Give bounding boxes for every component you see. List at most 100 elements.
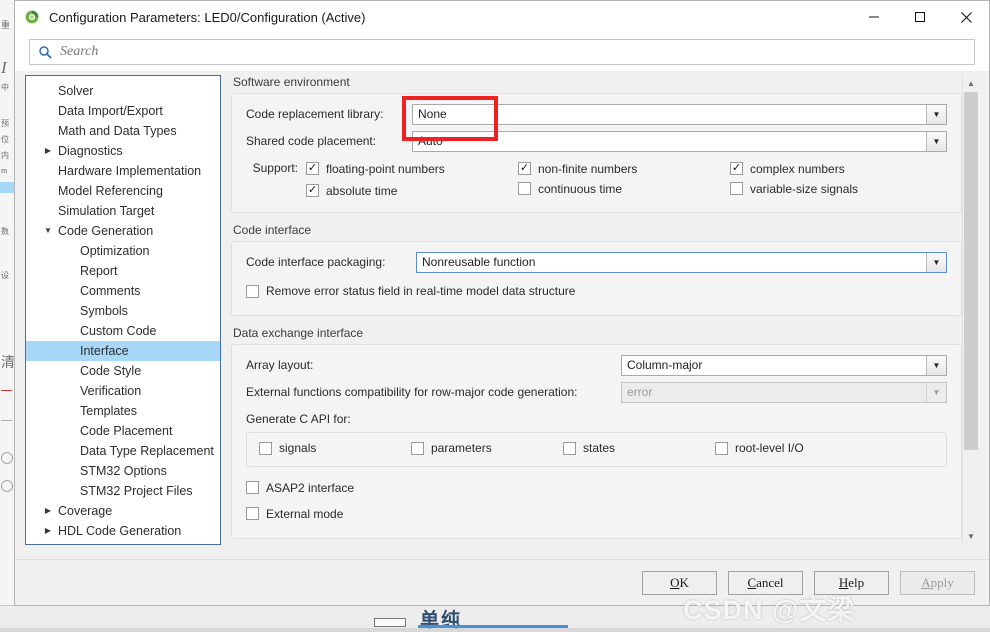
help-button[interactable]: Hel p — [814, 570, 889, 595]
tree-item-templates[interactable]: Templates — [26, 401, 220, 421]
checkbox-label: variable-size signals — [750, 181, 859, 196]
tree-item-simulation-target[interactable]: Simulation Target — [26, 201, 220, 221]
bg-shape — [1, 452, 13, 464]
support-row-1: Support: ✓ floating-point numbers ✓ non-… — [246, 157, 947, 179]
bg-fragment: 数 — [1, 227, 9, 236]
tree-item-label: HDL Code Generation — [58, 524, 182, 538]
maximize-icon[interactable] — [897, 1, 943, 33]
chevron-down-icon[interactable]: ▼ — [926, 252, 946, 272]
chevron-down-icon[interactable]: ▼ — [40, 227, 56, 235]
settings-tree[interactable]: Solver Data Import/Export Math and Data Ty… — [25, 75, 221, 545]
array-layout-combo[interactable]: Column-major ▼ — [621, 354, 947, 376]
chevron-right-icon[interactable]: ▶ — [40, 147, 56, 155]
checkbox-label: signals — [279, 441, 317, 455]
close-icon[interactable] — [943, 1, 989, 33]
tree-item-hardware-implementation[interactable]: Hardware Implementation — [26, 161, 220, 181]
tree-item-label: Custom Code — [80, 324, 157, 338]
checkbox-label: states — [583, 441, 616, 455]
tree-item-custom-code[interactable]: Custom Code — [26, 321, 220, 341]
tree-item-code-placement[interactable]: Code Placement — [26, 421, 220, 441]
bg-fragment: I — [1, 58, 7, 77]
tree-item-label: Templates — [80, 404, 137, 418]
bg-fragment: 清 — [1, 356, 15, 371]
code-interface-packaging-combo[interactable]: Nonreusable function ▼ — [416, 251, 947, 273]
chevron-right-icon[interactable]: ▶ — [40, 507, 56, 515]
chevron-right-icon[interactable]: ▶ — [40, 527, 56, 535]
support-col: ✓ complex numbers — [730, 160, 942, 176]
tree-item-interface[interactable]: Interface — [26, 341, 220, 361]
search-icon — [34, 45, 56, 59]
tree-item-model-referencing[interactable]: Model Referencing — [26, 181, 220, 201]
tree-item-data-import-export[interactable]: Data Import/Export — [26, 101, 220, 121]
bg-shape — [1, 480, 13, 492]
remove-error-status-row: Remove error status field in real-time m… — [246, 278, 947, 304]
mnemonic-char: O — [670, 574, 680, 590]
cancel-button[interactable]: Cance l — [728, 570, 803, 595]
tree-item-stm32-options[interactable]: STM32 Options — [26, 461, 220, 481]
chevron-down-icon[interactable]: ▼ — [926, 131, 946, 151]
tree-item-label: Model Referencing — [58, 184, 163, 198]
checkbox-variable-size-signals[interactable]: variable-size signals — [730, 182, 858, 196]
checkbox-signals[interactable]: signals — [259, 441, 316, 455]
c-api-slot: root-level I/O — [715, 441, 867, 458]
tree-item-math-and-data-types[interactable]: Math and Data Types — [26, 121, 220, 141]
content-scrollbar[interactable]: ▲ ▼ — [962, 75, 979, 545]
scroll-down-icon[interactable]: ▼ — [963, 528, 979, 545]
checkbox-box — [518, 182, 531, 196]
tree-item-coverage[interactable]: ▶ Coverage — [26, 501, 220, 521]
tree-item-solver[interactable]: Solver — [26, 81, 220, 101]
code-replacement-library-combo[interactable]: None ▼ — [412, 103, 947, 125]
checkbox-asap2-interface[interactable]: ASAP2 interface — [246, 481, 354, 495]
code-interface-group: Code interface Code interface packaging:… — [231, 223, 962, 316]
tree-item-label: Comments — [80, 284, 141, 298]
checkbox-parameters[interactable]: parameters — [411, 441, 492, 455]
tree-item-report[interactable]: Report — [26, 261, 220, 281]
ok-button[interactable]: OK — [642, 570, 717, 595]
scrollbar-thumb[interactable] — [964, 92, 978, 450]
checkbox-non-finite-numbers[interactable]: ✓ non-finite numbers — [518, 162, 637, 176]
tree-item-stm32-project-files[interactable]: STM32 Project Files — [26, 481, 220, 501]
tree-item-code-style[interactable]: Code Style — [26, 361, 220, 381]
tree-item-diagnostics[interactable]: ▶ Diagnostics — [26, 141, 220, 161]
button-label-post: l — [779, 574, 784, 590]
tree-item-verification[interactable]: Verification — [26, 381, 220, 401]
chevron-down-icon[interactable]: ▼ — [926, 104, 946, 124]
external-functions-compat-value: error — [627, 385, 653, 399]
checkbox-label: ASAP2 interface — [266, 480, 355, 495]
checkbox-root-level-io[interactable]: root-level I/O — [715, 441, 804, 455]
minimize-icon[interactable] — [851, 1, 897, 33]
scrollbar-track[interactable] — [963, 92, 979, 528]
tree-item-symbols[interactable]: Symbols — [26, 301, 220, 321]
search-box[interactable] — [29, 39, 975, 65]
checkbox-complex-numbers[interactable]: ✓ complex numbers — [730, 162, 845, 176]
search-input[interactable] — [56, 44, 974, 60]
checkbox-box — [246, 284, 259, 298]
bg-fragment: m — [1, 166, 8, 175]
tree-item-data-type-replacement[interactable]: Data Type Replacement — [26, 441, 220, 461]
button-label-mid: ance — [756, 574, 780, 590]
checkbox-states[interactable]: states — [563, 441, 615, 455]
scroll-up-icon[interactable]: ▲ — [963, 75, 979, 92]
shared-code-placement-combo[interactable]: Auto ▼ — [412, 130, 947, 152]
bg-fragment: 重 — [1, 20, 11, 30]
tree-item-optimization[interactable]: Optimization — [26, 241, 220, 261]
mnemonic-char: H — [838, 574, 849, 590]
button-label-post: p — [857, 574, 865, 590]
tree-item-comments[interactable]: Comments — [26, 281, 220, 301]
checkbox-continuous-time[interactable]: continuous time — [518, 182, 622, 196]
support-label: Support: — [252, 161, 298, 175]
generate-c-api-label: Generate C API for: — [246, 412, 351, 426]
external-functions-compat-row: External functions compatibility for row… — [246, 381, 947, 403]
configuration-parameters-dialog: Configuration Parameters: LED0/Configura… — [14, 0, 990, 606]
checkbox-absolute-time[interactable]: ✓ absolute time — [306, 184, 397, 198]
checkbox-floating-point-numbers[interactable]: ✓ floating-point numbers — [306, 162, 445, 176]
chevron-down-icon[interactable]: ▼ — [926, 355, 946, 375]
bg-rule — [1, 390, 12, 391]
checkbox-external-mode[interactable]: External mode — [246, 507, 343, 521]
button-label-mid: K — [679, 574, 689, 590]
code-interface-packaging-label: Code interface packaging: — [246, 255, 386, 269]
checkbox-remove-error-status-field[interactable]: Remove error status field in real-time m… — [246, 284, 575, 298]
array-layout-label: Array layout: — [246, 358, 314, 372]
tree-item-code-generation[interactable]: ▼ Code Generation — [26, 221, 220, 241]
tree-item-hdl-code-generation[interactable]: ▶ HDL Code Generation — [26, 521, 220, 541]
